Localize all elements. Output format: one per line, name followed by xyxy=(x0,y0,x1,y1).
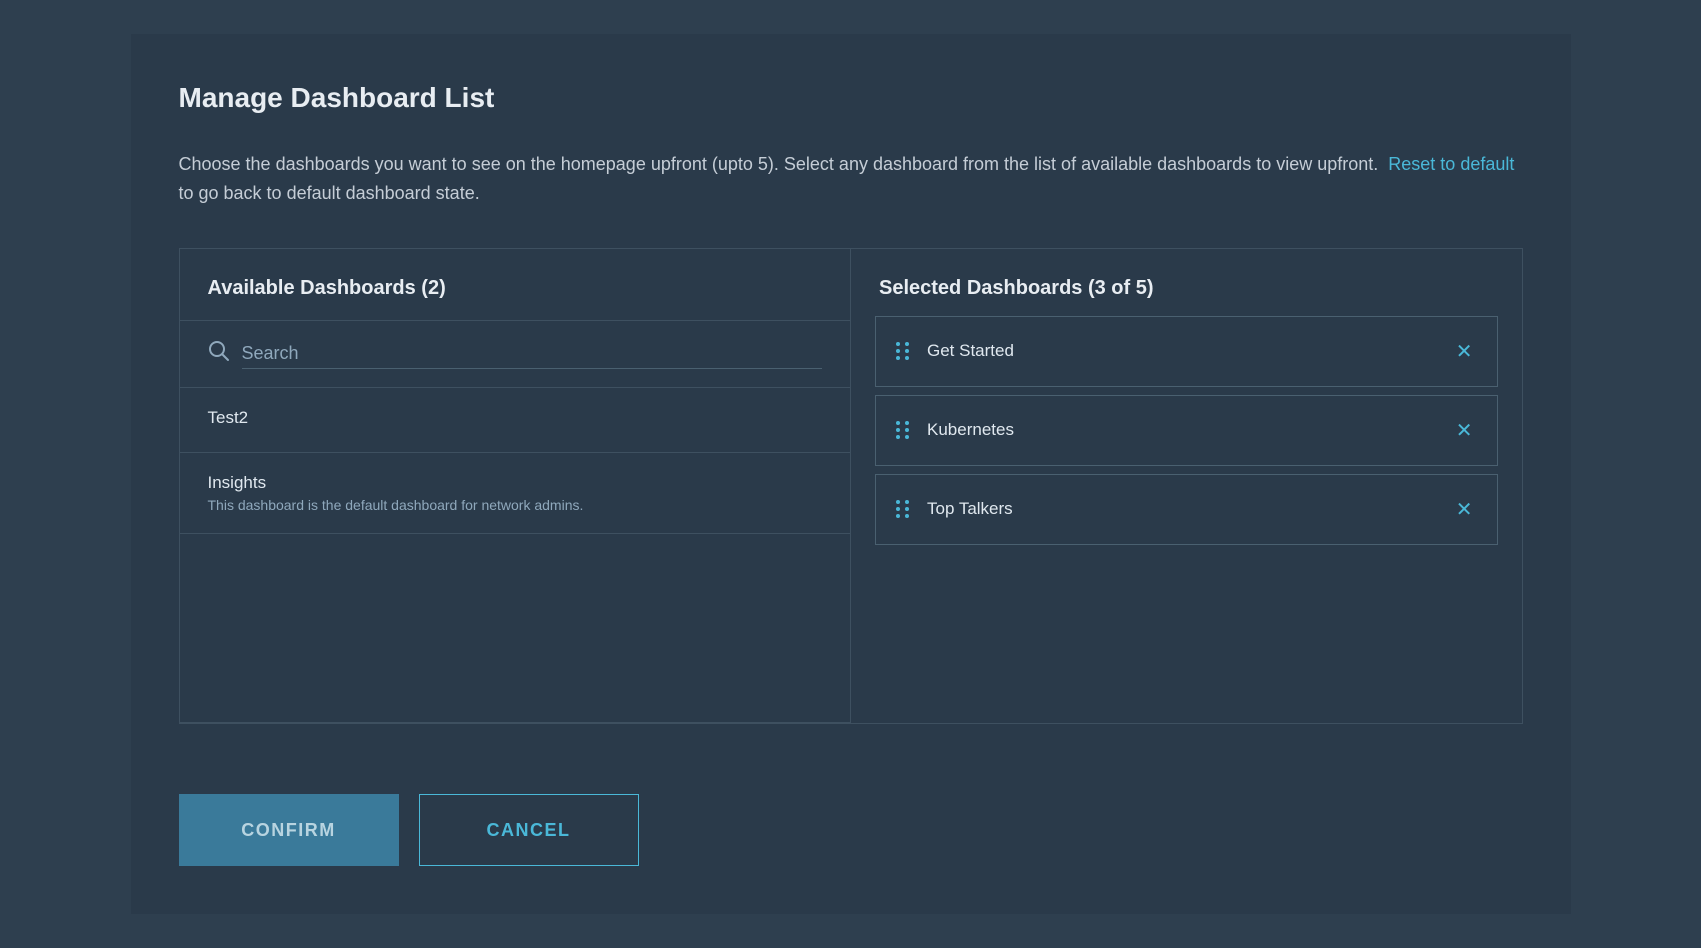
description-text-1: Choose the dashboards you want to see on… xyxy=(179,154,1379,174)
selected-items-container: Get Started ✕ Kubernetes ✕ xyxy=(851,316,1522,569)
selected-item-top-talkers: Top Talkers ✕ xyxy=(875,474,1498,545)
selected-item-kubernetes: Kubernetes ✕ xyxy=(875,395,1498,466)
drag-handle-kubernetes[interactable] xyxy=(896,421,911,439)
selected-panel-header: Selected Dashboards (3 of 5) xyxy=(851,249,1522,316)
selected-item-get-started-name: Get Started xyxy=(927,341,1452,361)
manage-dashboard-modal: Manage Dashboard List Choose the dashboa… xyxy=(131,34,1571,914)
remove-get-started-button[interactable]: ✕ xyxy=(1452,335,1477,368)
search-icon xyxy=(208,340,230,368)
available-item-test2-name: Test2 xyxy=(208,408,823,428)
cancel-button[interactable]: CANCEL xyxy=(419,794,639,866)
modal-title: Manage Dashboard List xyxy=(179,82,1523,114)
search-input[interactable] xyxy=(242,339,823,369)
selected-item-top-talkers-name: Top Talkers xyxy=(927,499,1452,519)
description-text-2: to go back to default dashboard state. xyxy=(179,183,480,203)
reset-to-default-link[interactable]: Reset to default xyxy=(1388,154,1514,174)
available-items-empty-space xyxy=(180,534,851,723)
available-item-insights-desc: This dashboard is the default dashboard … xyxy=(208,497,823,513)
available-item-test2[interactable]: Test2 xyxy=(180,388,851,453)
dashboard-grid: Available Dashboards (2) Test2 Insights … xyxy=(179,248,1523,724)
available-item-insights[interactable]: Insights This dashboard is the default d… xyxy=(180,453,851,534)
modal-description: Choose the dashboards you want to see on… xyxy=(179,150,1523,208)
action-buttons: CONFIRM CANCEL xyxy=(179,784,1523,866)
search-container xyxy=(180,321,851,388)
confirm-button[interactable]: CONFIRM xyxy=(179,794,399,866)
selected-item-get-started: Get Started ✕ xyxy=(875,316,1498,387)
remove-kubernetes-button[interactable]: ✕ xyxy=(1452,414,1477,447)
available-item-insights-name: Insights xyxy=(208,473,823,493)
drag-handle-get-started[interactable] xyxy=(896,342,911,360)
available-panel-header: Available Dashboards (2) xyxy=(180,249,851,321)
selected-item-kubernetes-name: Kubernetes xyxy=(927,420,1452,440)
drag-handle-top-talkers[interactable] xyxy=(896,500,911,518)
selected-dashboards-panel: Selected Dashboards (3 of 5) Get Started… xyxy=(851,249,1522,723)
remove-top-talkers-button[interactable]: ✕ xyxy=(1452,493,1477,526)
available-dashboards-panel: Available Dashboards (2) Test2 Insights … xyxy=(180,249,852,723)
